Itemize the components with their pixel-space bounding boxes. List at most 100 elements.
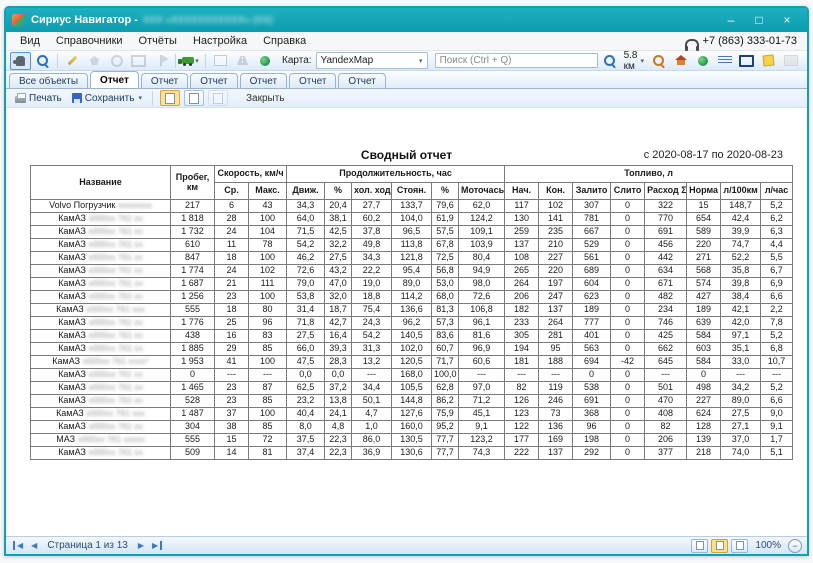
value-cell: 271 (687, 252, 721, 265)
tab-0[interactable]: Все объекты (9, 73, 88, 88)
value-cell: 654 (687, 213, 721, 226)
list-button[interactable] (714, 52, 735, 70)
close-report-button[interactable]: Закрыть (246, 93, 285, 104)
value-cell: 2,2 (761, 304, 793, 317)
menu-otchety[interactable]: Отчёты (131, 32, 185, 50)
prev-page-button[interactable]: ◀ (27, 541, 41, 550)
value-cell: 770 (645, 213, 687, 226)
value-cell: 0 (611, 369, 645, 382)
vehicle-name: КамАЗ (58, 421, 88, 431)
scale-selector[interactable]: 5.8 км ▾ (621, 50, 647, 72)
value-cell: 100 (249, 356, 287, 369)
vehicle-plate-redacted: хххххххх (118, 200, 152, 210)
value-cell: 122 (505, 421, 539, 434)
col-moving: Движ. (287, 183, 325, 200)
vehicles-button[interactable]: ▾ (180, 52, 201, 70)
minimize-button[interactable]: – (717, 10, 745, 30)
col-fuel-start: Нач. (505, 183, 539, 200)
value-cell: 72,6 (287, 265, 325, 278)
value-cell: 24,3 (352, 317, 392, 330)
print-button[interactable]: Печать (12, 91, 65, 106)
value-cell: 42,5 (325, 226, 352, 239)
globe-icon (260, 56, 270, 66)
home-button[interactable] (670, 52, 691, 70)
menu-spravochniki[interactable]: Справочники (48, 32, 131, 50)
map-select[interactable]: YandexMap ▾ (316, 52, 428, 69)
menu-vid[interactable]: Вид (12, 32, 48, 50)
menu-nastroyka[interactable]: Настройка (185, 32, 255, 50)
value-cell: 85 (249, 395, 287, 408)
value-cell: 584 (687, 330, 721, 343)
value-cell: 246 (539, 395, 573, 408)
geo-button[interactable] (254, 52, 275, 70)
value-cell: 27,1 (721, 421, 761, 434)
note-icon (762, 54, 774, 66)
value-cell: 247 (539, 291, 573, 304)
toolbar-separator (57, 54, 58, 68)
title-bar: Сириус Навигатор - ХХХ «ХХХХХХХХХХХ» (ХХ… (6, 8, 807, 32)
value-cell: 220 (687, 239, 721, 252)
tab-1[interactable]: Отчет (90, 71, 139, 88)
table-header: Название Пробег, км Скорость, км/ч Продо… (31, 166, 793, 200)
layout-single-button[interactable] (691, 539, 708, 553)
maximize-button[interactable]: □ (745, 10, 773, 30)
rectangle-button (128, 52, 149, 70)
first-page-button[interactable]: ◀ (13, 541, 27, 550)
close-button[interactable]: × (773, 10, 801, 30)
world-button[interactable] (692, 52, 713, 70)
layout-grid-button[interactable] (731, 539, 748, 553)
value-cell: 777 (573, 317, 611, 330)
vehicle-plate-redacted: х000хх 761 хх (88, 343, 142, 353)
value-cell: 144,8 (392, 395, 432, 408)
draw-button[interactable] (62, 52, 83, 70)
tab-5[interactable]: Отчет (289, 73, 336, 88)
vehicle-name-cell: КамАЗ х000хх 761 хххх* (31, 356, 171, 369)
value-cell: 120,5 (392, 356, 432, 369)
value-cell: 78 (249, 239, 287, 252)
save-button[interactable]: Сохранить ▾ (69, 91, 145, 106)
value-cell: 34,3 (287, 200, 325, 213)
value-cell: 31,4 (287, 304, 325, 317)
value-cell: 425 (645, 330, 687, 343)
zoom-out-button[interactable]: − (788, 539, 802, 553)
value-cell: 89,0 (721, 395, 761, 408)
menu-spravka[interactable]: Справка (255, 32, 314, 50)
pan-tool-button[interactable] (10, 52, 31, 70)
value-cell: 100 (249, 291, 287, 304)
value-cell: 16 (215, 330, 249, 343)
layout-fit-button[interactable] (711, 539, 728, 553)
window-title: Сириус Навигатор - (31, 14, 138, 26)
tab-4[interactable]: Отчет (240, 73, 287, 88)
view-mode-single-button[interactable] (160, 90, 180, 106)
value-cell: 555 (171, 304, 215, 317)
page-indicator: Страница 1 из 13 (41, 540, 134, 551)
value-cell: 100 (249, 213, 287, 226)
value-cell: 95,4 (392, 265, 432, 278)
table-row: КамАЗ х000хх 761 хх1 7322410471,542,537,… (31, 226, 793, 239)
zoom-in-button[interactable] (599, 52, 620, 70)
value-cell: 9,1 (761, 421, 793, 434)
value-cell: 456 (645, 239, 687, 252)
value-cell: 235 (539, 226, 573, 239)
tab-6[interactable]: Отчет (338, 73, 385, 88)
view-mode-fit-button[interactable] (184, 90, 204, 106)
edit-note-button[interactable] (758, 52, 779, 70)
value-cell: 126 (505, 395, 539, 408)
rectangle-icon (131, 55, 146, 67)
value-cell: 49,8 (352, 239, 392, 252)
tab-3[interactable]: Отчет (190, 73, 237, 88)
printer-icon (15, 96, 26, 103)
col-name: Название (31, 166, 171, 200)
select-area-button[interactable] (736, 52, 757, 70)
tab-2[interactable]: Отчет (141, 73, 188, 88)
next-page-button[interactable]: ▶ (134, 541, 148, 550)
value-cell: 194 (505, 343, 539, 356)
value-cell: 19,0 (352, 278, 392, 291)
last-page-button[interactable]: ▶ (148, 541, 162, 550)
value-cell: 18 (215, 304, 249, 317)
zoom-tool-button[interactable] (32, 52, 53, 70)
search-input[interactable] (435, 53, 598, 68)
value-cell: 6,7 (761, 265, 793, 278)
zoom-out-button[interactable] (648, 52, 669, 70)
value-cell: 102,0 (392, 343, 432, 356)
